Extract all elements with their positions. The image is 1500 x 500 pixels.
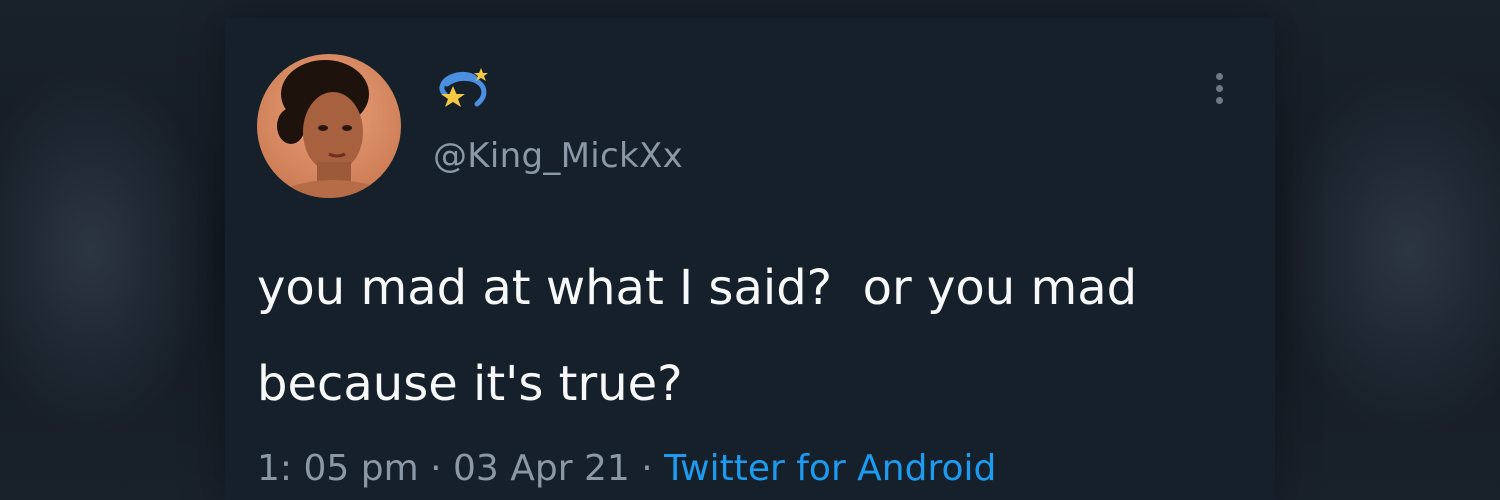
tweet-date[interactable]: 03 Apr 21 — [453, 448, 630, 489]
avatar[interactable] — [257, 54, 401, 198]
tweet-source-link[interactable]: Twitter for Android — [664, 448, 996, 489]
user-handle[interactable]: @King_MickXx — [433, 136, 683, 176]
tweet-text: you mad at what I said? or you mad becau… — [257, 260, 1153, 412]
tweet-time[interactable]: 1: 05 pm — [257, 448, 419, 489]
tweet-card: @King_MickXx you mad at what I said? or … — [225, 18, 1275, 500]
avatar-image — [257, 54, 401, 198]
meta-separator-3: · — [641, 448, 665, 489]
meta-separator: · — [418, 448, 453, 489]
more-options-icon[interactable] — [1207, 70, 1231, 118]
meta-separator-2 — [630, 448, 641, 489]
tweet-meta: 1: 05 pm · 03 Apr 21 · Twitter for Andro… — [257, 448, 996, 489]
dizzy-star-emoji-icon — [433, 66, 493, 114]
